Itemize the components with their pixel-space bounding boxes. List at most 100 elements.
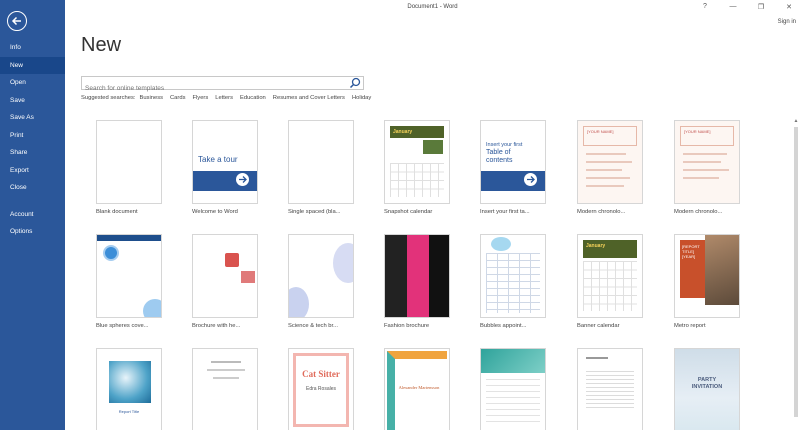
- template-thumbnail[interactable]: Insert your first Table of contents: [480, 120, 546, 204]
- template-card[interactable]: Blank document: [96, 120, 162, 215]
- template-card[interactable]: January Snapshot calendar: [384, 120, 450, 215]
- template-thumbnail[interactable]: Cat Sitter Edra Rosales: [288, 348, 354, 430]
- template-thumbnail[interactable]: [480, 348, 546, 430]
- resume-line: [586, 161, 632, 163]
- template-card[interactable]: PARTY INVITATION: [674, 348, 740, 430]
- suggested-education[interactable]: Education: [240, 95, 266, 101]
- certificate-frame: [387, 351, 447, 430]
- template-thumbnail[interactable]: [192, 348, 258, 430]
- nav-save-as[interactable]: Save As: [0, 109, 65, 127]
- template-thumbnail[interactable]: [577, 348, 643, 430]
- template-thumbnail[interactable]: [288, 120, 354, 204]
- template-card[interactable]: [REPORT TITLE] [YEAR] Metro report: [674, 234, 740, 329]
- fashion-panel: [385, 235, 407, 317]
- template-card[interactable]: [192, 348, 258, 430]
- nav-new[interactable]: New: [0, 56, 65, 74]
- template-label: Bubbles appoint...: [480, 323, 527, 329]
- template-card[interactable]: [480, 348, 546, 430]
- thumb-text: January: [393, 129, 413, 135]
- suggested-letters[interactable]: Letters: [215, 95, 233, 101]
- template-card[interactable]: Fashion brochure: [384, 234, 450, 329]
- suggested-holiday[interactable]: Holiday: [352, 95, 371, 101]
- template-card[interactable]: [YOUR NAME] Modern chronolo...: [674, 120, 740, 215]
- template-thumbnail[interactable]: Take a tour: [192, 120, 258, 204]
- back-button[interactable]: [7, 11, 27, 31]
- template-label: Banner calendar: [577, 323, 620, 329]
- template-card[interactable]: Insert your first Table of contents Inse…: [480, 120, 546, 215]
- template-card[interactable]: Bubbles appoint...: [480, 234, 546, 329]
- template-card[interactable]: January Banner calendar: [577, 234, 643, 329]
- thumb-text-line: Insert your first: [486, 142, 523, 148]
- template-thumbnail[interactable]: [96, 234, 162, 318]
- template-thumbnail[interactable]: Alexander Martensson: [384, 348, 450, 430]
- template-card[interactable]: Blue spheres cove...: [96, 234, 162, 329]
- template-card[interactable]: Brochure with he...: [192, 234, 258, 329]
- template-thumbnail[interactable]: January: [384, 120, 450, 204]
- nav-account[interactable]: Account: [0, 206, 65, 224]
- template-thumbnail[interactable]: [YOUR NAME]: [674, 120, 740, 204]
- nav-share[interactable]: Share: [0, 144, 65, 162]
- thumb-text-line: Table of: [486, 149, 511, 156]
- template-thumbnail[interactable]: [YOUR NAME]: [577, 120, 643, 204]
- template-card[interactable]: [YOUR NAME] Modern chronolo...: [577, 120, 643, 215]
- arrow-right-icon: [236, 173, 249, 186]
- template-card[interactable]: Single spaced (bla...: [288, 120, 354, 215]
- template-card[interactable]: Take a tour Welcome to Word: [192, 120, 258, 215]
- brochure-image: [241, 271, 255, 283]
- nav-options[interactable]: Options: [0, 223, 65, 241]
- nav-open[interactable]: Open: [0, 74, 65, 92]
- template-label: Science & tech br...: [288, 323, 338, 329]
- template-thumbnail[interactable]: January: [577, 234, 643, 318]
- resume-line: [586, 153, 626, 155]
- thumb-text-line: PARTY: [697, 377, 717, 383]
- thumb-text: [YOUR NAME]: [587, 129, 614, 134]
- template-search-input[interactable]: [82, 82, 344, 95]
- template-label: Snapshot calendar: [384, 209, 433, 215]
- template-thumbnail[interactable]: [384, 234, 450, 318]
- resume-line: [683, 161, 721, 163]
- back-arrow-icon: [11, 16, 21, 26]
- close-button[interactable]: ✕: [784, 3, 794, 11]
- template-card[interactable]: Report Title: [96, 348, 162, 430]
- thumb-text-line: contents: [486, 157, 513, 164]
- nav-gap: [0, 197, 65, 206]
- template-card[interactable]: Science & tech br...: [288, 234, 354, 329]
- suggested-resumes[interactable]: Resumes and Cover Letters: [273, 95, 345, 101]
- search-icon[interactable]: [349, 77, 361, 89]
- nav-print[interactable]: Print: [0, 127, 65, 145]
- sign-in-link[interactable]: Sign in: [778, 19, 796, 25]
- suggested-business[interactable]: Business: [139, 95, 163, 101]
- suggested-flyers[interactable]: Flyers: [192, 95, 208, 101]
- thumb-text: Insert your first Table of contents: [486, 141, 522, 165]
- minimize-button[interactable]: —: [728, 3, 738, 11]
- scroll-thumb[interactable]: [794, 127, 798, 417]
- template-card[interactable]: Cat Sitter Edra Rosales: [288, 348, 354, 430]
- suggested-cards[interactable]: Cards: [170, 95, 185, 101]
- nav-save[interactable]: Save: [0, 92, 65, 110]
- template-label: Insert your first ta...: [480, 209, 530, 215]
- nav-info[interactable]: Info: [0, 39, 65, 57]
- template-thumbnail[interactable]: [REPORT TITLE] [YEAR]: [674, 234, 740, 318]
- template-card[interactable]: [577, 348, 643, 430]
- nav-export[interactable]: Export: [0, 162, 65, 180]
- scroll-up-icon[interactable]: ▲: [793, 118, 799, 124]
- template-thumbnail[interactable]: [288, 234, 354, 318]
- arrow-right-icon: [524, 173, 537, 186]
- template-thumbnail[interactable]: Report Title: [96, 348, 162, 430]
- nav-close[interactable]: Close: [0, 179, 65, 197]
- template-thumbnail[interactable]: PARTY INVITATION: [674, 348, 740, 430]
- template-thumbnail[interactable]: [96, 120, 162, 204]
- text-line: [586, 357, 608, 359]
- bubble-graphic: [491, 237, 511, 251]
- thumb-text: Edra Rosales: [305, 386, 336, 392]
- science-graphic: [289, 287, 309, 317]
- template-thumbnail[interactable]: [480, 234, 546, 318]
- resume-line: [683, 177, 719, 179]
- template-thumbnail[interactable]: [192, 234, 258, 318]
- restore-button[interactable]: ❐: [756, 3, 766, 11]
- template-card[interactable]: Alexander Martensson: [384, 348, 450, 430]
- vertical-scrollbar[interactable]: ▲: [793, 118, 799, 422]
- text-line: [211, 361, 241, 363]
- help-button[interactable]: ?: [700, 3, 710, 11]
- thumb-banner: [97, 235, 161, 241]
